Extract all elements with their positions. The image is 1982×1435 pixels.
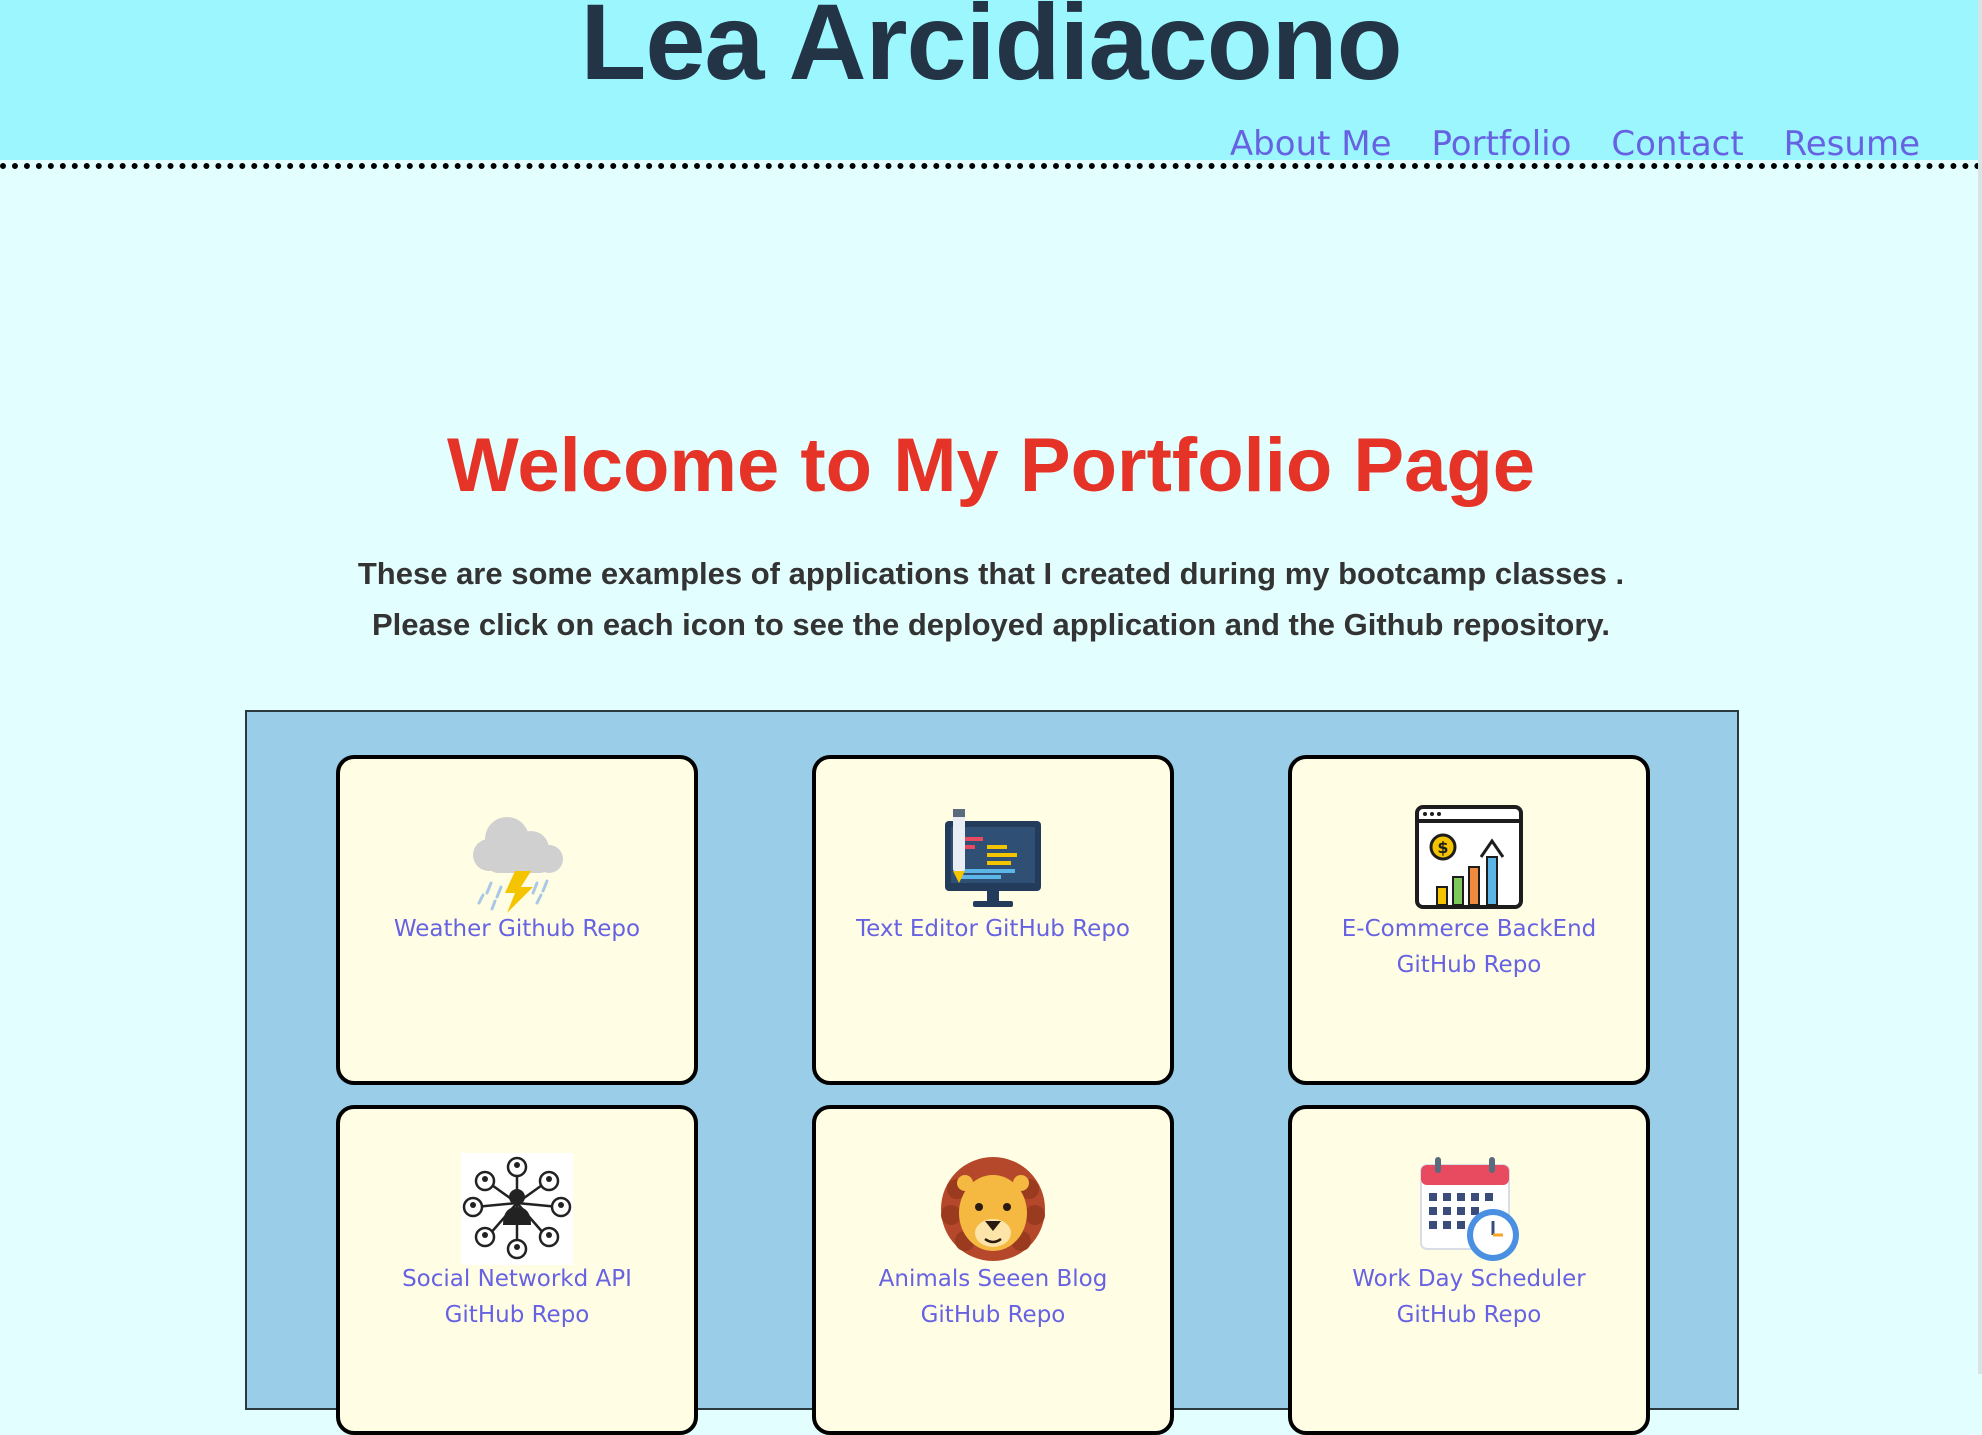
project-gallery: Weather Github Repo Text Editor GitHub R… xyxy=(245,710,1739,1435)
window-edge xyxy=(1978,0,1982,1374)
ecommerce-growth-chart-icon[interactable]: $ xyxy=(1413,803,1525,915)
project-card-work-day-scheduler[interactable]: Work Day Scheduler GitHub Repo xyxy=(1288,1105,1650,1435)
work-day-scheduler-repo-link[interactable]: Work Day Scheduler GitHub Repo xyxy=(1332,1261,1606,1333)
nav-resume[interactable]: Resume xyxy=(1784,124,1920,164)
animals-blog-repo-link[interactable]: Animals Seeen Blog GitHub Repo xyxy=(856,1261,1130,1333)
site-header: Lea Arcidiacono About Me Portfolio Conta… xyxy=(0,0,1982,164)
page-heading: Welcome to My Portfolio Page xyxy=(446,423,1536,508)
weather-repo-link[interactable]: Weather Github Repo xyxy=(380,911,654,947)
intro-line-2: Please click on each icon to see the dep… xyxy=(372,607,1610,642)
social-network-icon[interactable] xyxy=(461,1153,573,1265)
calendar-clock-icon[interactable] xyxy=(1413,1153,1525,1265)
svg-text:$: $ xyxy=(1437,838,1448,857)
project-card-ecommerce[interactable]: $ E-Commerce BackEnd GitHub Repo xyxy=(1288,755,1650,1085)
nav-about-me[interactable]: About Me xyxy=(1230,124,1392,164)
ecommerce-repo-link[interactable]: E-Commerce BackEnd GitHub Repo xyxy=(1332,911,1606,983)
project-card-animals-blog[interactable]: Animals Seeen Blog GitHub Repo xyxy=(812,1105,1174,1435)
social-network-repo-link[interactable]: Social Networkd API GitHub Repo xyxy=(380,1261,654,1333)
main-nav: About Me Portfolio Contact Resume xyxy=(1230,124,1920,164)
header-divider xyxy=(0,163,1982,169)
text-editor-repo-link[interactable]: Text Editor GitHub Repo xyxy=(856,911,1130,947)
project-card-weather[interactable]: Weather Github Repo xyxy=(336,755,698,1085)
intro-text: These are some examples of applications … xyxy=(0,548,1982,650)
nav-portfolio[interactable]: Portfolio xyxy=(1432,124,1572,164)
project-card-social-network[interactable]: Social Networkd API GitHub Repo xyxy=(336,1105,698,1435)
lion-icon[interactable] xyxy=(937,1153,1049,1265)
nav-contact[interactable]: Contact xyxy=(1611,124,1743,164)
site-title: Lea Arcidiacono xyxy=(580,0,1402,102)
weather-storm-icon[interactable] xyxy=(461,803,573,915)
code-editor-monitor-icon[interactable] xyxy=(937,803,1049,915)
intro-line-1: These are some examples of applications … xyxy=(357,556,1625,591)
project-card-text-editor[interactable]: Text Editor GitHub Repo xyxy=(812,755,1174,1085)
